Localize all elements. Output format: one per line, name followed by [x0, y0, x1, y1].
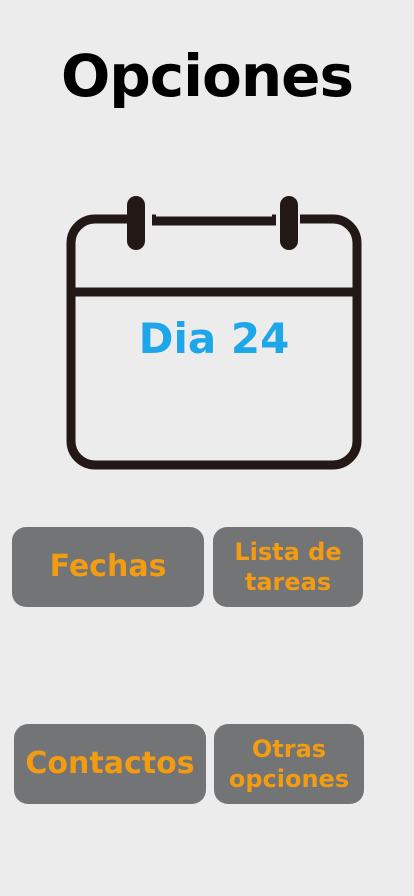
otras-opciones-button[interactable]: Otras opciones — [214, 724, 364, 804]
calendar-widget: Dia 24 — [66, 194, 362, 470]
fechas-button[interactable]: Fechas — [12, 527, 204, 607]
fechas-button-label: Fechas — [49, 549, 167, 585]
contactos-button-label: Contactos — [25, 746, 195, 782]
otras-opciones-button-label: Otras opciones — [228, 735, 350, 793]
contactos-button[interactable]: Contactos — [14, 724, 206, 804]
lista-de-tareas-button[interactable]: Lista de tareas — [213, 527, 363, 607]
page-title: Opciones — [60, 42, 354, 110]
lista-de-tareas-button-label: Lista de tareas — [234, 538, 342, 596]
calendar-day-label: Dia 24 — [138, 314, 290, 363]
